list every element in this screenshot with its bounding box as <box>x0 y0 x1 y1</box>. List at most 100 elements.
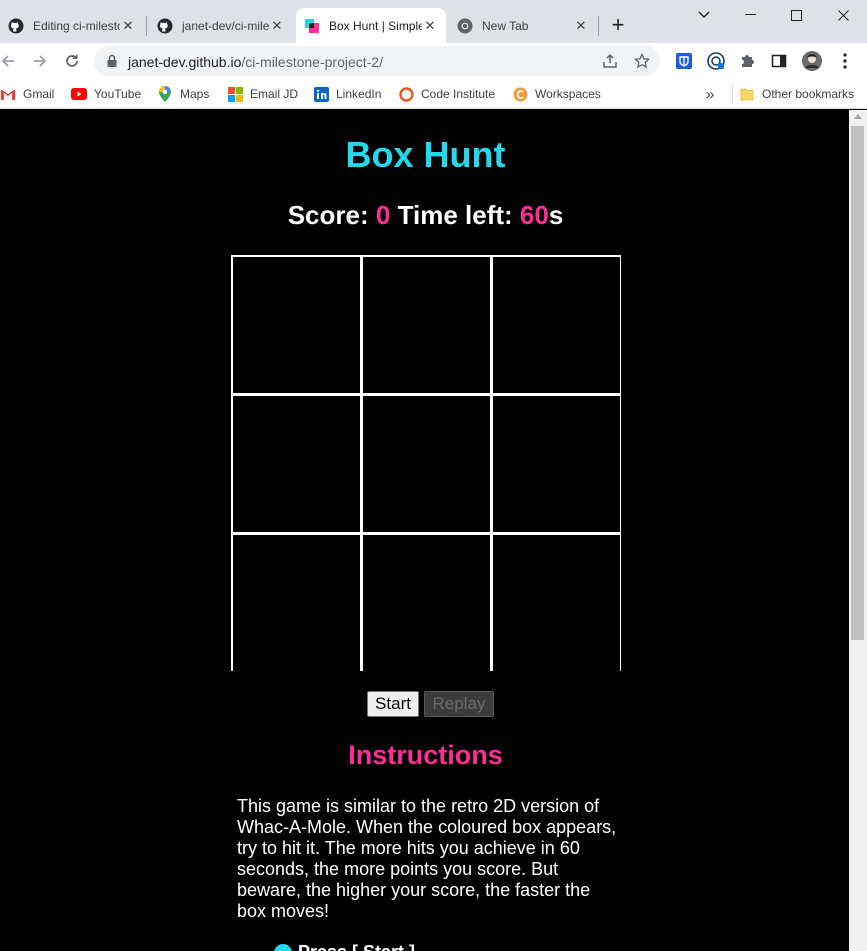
grid-box-4[interactable] <box>233 396 360 532</box>
step-text: Press [ Start ] <box>298 942 415 951</box>
grid-box-8[interactable] <box>363 535 490 671</box>
tab-divider <box>598 16 599 36</box>
scrollbar-thumb[interactable] <box>851 126 864 640</box>
url-text: janet-dev.github.io/ci-milestone-project… <box>128 54 383 70</box>
tab-divider <box>146 16 147 36</box>
grid-box-9[interactable] <box>493 535 620 671</box>
youtube-icon <box>71 86 87 102</box>
reload-button[interactable] <box>60 49 84 73</box>
maximize-icon <box>790 9 802 21</box>
time-label: Time left: <box>390 200 520 230</box>
maximize-button[interactable] <box>773 0 819 30</box>
tab-editing-readme[interactable]: Editing ci-milestone-project-2/README.md… <box>0 8 144 43</box>
extension-bitwarden-button[interactable] <box>674 51 694 71</box>
share-button[interactable] <box>600 51 620 71</box>
bookmark-label: Gmail <box>23 87 55 101</box>
minimize-button[interactable] <box>727 0 773 30</box>
tab-box-hunt[interactable]: Box Hunt | Simple Game ✕ <box>296 8 446 43</box>
bookmark-gmail[interactable]: Gmail <box>0 84 54 104</box>
tab-title: janet-dev/ci-milestone-project-2 <box>182 18 269 33</box>
bookmarks-bar: Gmail YouTube Maps Email JD LinkedIn Cod… <box>0 79 867 109</box>
star-icon <box>634 53 650 69</box>
forward-arrow-icon <box>34 55 47 67</box>
chrome-menu-button[interactable] <box>835 51 855 71</box>
close-window-button[interactable] <box>819 0 867 30</box>
bookmark-code-institute[interactable]: Code Institute <box>398 84 495 104</box>
gmail-icon <box>0 86 16 102</box>
tab-title: New Tab <box>482 18 529 33</box>
avatar <box>802 51 822 71</box>
score-bar: Score: 0 Time left: 60s <box>0 200 849 231</box>
bookmark-linkedin[interactable]: LinkedIn <box>313 84 381 104</box>
browser-toolbar: janet-dev.github.io/ci-milestone-project… <box>0 43 867 79</box>
bookmark-label: Other bookmarks <box>762 87 855 101</box>
accessibility-extension-icon <box>707 52 725 70</box>
time-left-value: 60 <box>519 200 549 230</box>
tab-search-button[interactable] <box>681 0 727 30</box>
chrome-icon <box>457 18 473 33</box>
github-icon <box>157 18 173 33</box>
bookmark-label: Workspaces <box>535 87 601 101</box>
bookmark-workspaces[interactable]: Workspaces <box>512 84 601 104</box>
close-icon[interactable]: ✕ <box>573 18 589 34</box>
new-tab-button[interactable]: + <box>606 14 630 38</box>
bookmarks-overflow-button[interactable]: » <box>706 84 714 104</box>
lock-icon <box>107 54 117 67</box>
close-icon[interactable]: ✕ <box>422 18 438 34</box>
step-bullet-icon <box>274 943 292 951</box>
close-icon[interactable]: ✕ <box>120 18 136 34</box>
close-icon[interactable]: ✕ <box>269 18 285 34</box>
close-icon <box>837 9 849 21</box>
linkedin-icon <box>313 86 329 102</box>
instructions-text: This game is similar to the retro 2D ver… <box>237 796 617 921</box>
github-icon <box>8 18 24 33</box>
page-title: Box Hunt <box>345 134 506 175</box>
url-path: /ci-milestone-project-2/ <box>241 54 383 70</box>
side-panel-icon <box>771 54 787 68</box>
chevron-down-icon <box>698 11 710 18</box>
start-button[interactable]: Start <box>367 691 419 717</box>
score-value: 0 <box>375 200 391 230</box>
microsoft-icon <box>227 86 243 102</box>
back-arrow-icon <box>1 55 14 67</box>
workspaces-icon <box>512 86 528 102</box>
address-bar[interactable]: janet-dev.github.io/ci-milestone-project… <box>94 46 660 76</box>
puzzle-icon <box>742 55 754 67</box>
minimize-icon <box>744 14 756 15</box>
game-page: Box Hunt Score: 0 Time left: 60s Start R… <box>0 110 849 951</box>
kebab-menu-icon <box>843 53 847 69</box>
grid-box-1[interactable] <box>233 257 360 393</box>
folder-icon <box>739 86 755 102</box>
tab-new-tab[interactable]: New Tab ✕ <box>449 8 597 43</box>
scroll-up-arrow-icon[interactable] <box>854 114 862 119</box>
reload-icon <box>66 54 78 67</box>
bookmark-label: YouTube <box>94 87 142 101</box>
bookmark-label: Email JD <box>250 87 299 101</box>
tab-title: Box Hunt | Simple Game <box>329 18 422 33</box>
grid-box-6[interactable] <box>493 396 620 532</box>
grid-box-5[interactable] <box>363 396 490 532</box>
tab-title: Editing ci-milestone-project-2/README.md <box>33 18 120 33</box>
side-panel-button[interactable] <box>769 51 789 71</box>
replay-button[interactable]: Replay <box>424 691 494 717</box>
extension-accessibility-button[interactable] <box>706 51 726 71</box>
page-scrollbar[interactable] <box>849 110 867 951</box>
bookmark-youtube[interactable]: YouTube <box>71 84 141 104</box>
bookmark-star-button[interactable] <box>632 51 652 71</box>
extensions-button[interactable] <box>737 51 757 71</box>
bookmark-email-jd[interactable]: Email JD <box>227 84 298 104</box>
bookmark-label: Maps <box>180 87 210 101</box>
grid-box-7[interactable] <box>233 535 360 671</box>
share-icon <box>603 53 617 68</box>
bookmark-maps[interactable]: Maps <box>157 84 209 104</box>
forward-button[interactable] <box>28 49 52 73</box>
bookmark-label: LinkedIn <box>336 87 382 101</box>
back-button[interactable] <box>0 49 20 73</box>
other-bookmarks[interactable]: Other bookmarks <box>732 84 854 104</box>
code-institute-icon <box>398 86 414 102</box>
grid-box-2[interactable] <box>363 257 490 393</box>
tab-github-repo[interactable]: janet-dev/ci-milestone-project-2 ✕ <box>149 8 293 43</box>
profile-button[interactable] <box>801 50 823 72</box>
grid-box-3[interactable] <box>493 257 620 393</box>
time-unit: s <box>548 200 564 230</box>
